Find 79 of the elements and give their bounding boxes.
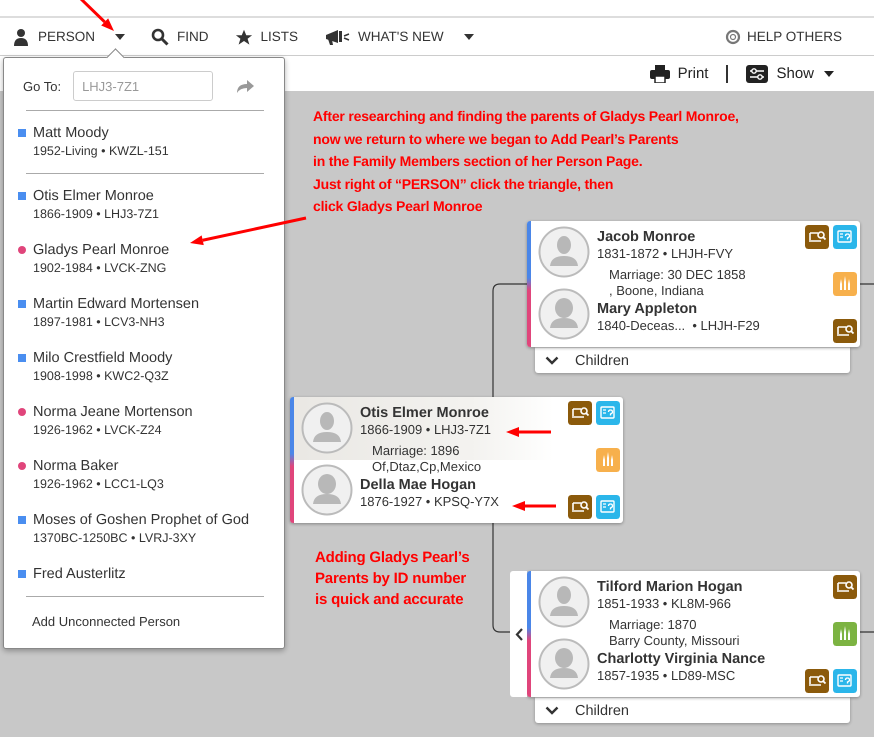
person-lifespan-id: 1876-1927 • KPSQ-Y7X (360, 494, 499, 510)
person-lifespan-id: 1851-1933 • KL8M-966 (597, 596, 731, 612)
caret-icon (115, 34, 126, 40)
person-name[interactable]: Otis Elmer Monroe (360, 405, 489, 422)
record-hint-icon[interactable] (568, 401, 592, 425)
temple-icon[interactable] (596, 448, 620, 472)
record-hint-icon[interactable] (805, 669, 829, 693)
search-icon (151, 28, 170, 46)
annotation-arrow (506, 427, 551, 437)
record-hint-icon[interactable] (568, 495, 592, 519)
male-square (18, 354, 26, 362)
person-lifespan-id: 1866-1909 • LHJ3-7Z1 (360, 422, 492, 438)
megaphone-icon (324, 28, 350, 46)
nav-menu-item[interactable]: FIND (151, 28, 209, 46)
recent-person-item[interactable]: Norma Jeane Mortenson 1926-1962 • LVCK-Z24 (4, 394, 284, 448)
person-lifespan-id: 1857-1935 • LD89-MSC (597, 668, 736, 684)
female-dot (18, 462, 26, 470)
person-icon (12, 28, 30, 46)
person-name[interactable]: Della Mae Hogan (360, 477, 476, 494)
print-button[interactable]: Print (650, 64, 708, 82)
record-hint-icon[interactable] (833, 319, 857, 343)
annotation-text: After researching and finding the parents of Gladys Pearl Monroe, now we return to where we began to Add Pearl’s Parents in the Family Members section of her Person Page. Just right of “PERSON” click the triangle, then click Gladys Pearl Monroe (313, 107, 739, 216)
caret-icon (824, 70, 834, 76)
person-name[interactable]: Mary Appleton (597, 301, 698, 318)
children-toggle[interactable]: Children (535, 697, 850, 723)
female-avatar (301, 464, 353, 516)
chevron-left-icon (514, 628, 522, 640)
recent-person-item[interactable]: Norma Baker 1926-1962 • LCC1-LQ3 (4, 448, 284, 502)
recent-person-item[interactable]: Otis Elmer Monroe 1866-1909 • LHJ3-7Z1 (4, 178, 284, 232)
nav-menu-item[interactable]: LISTS (234, 28, 298, 46)
annotation-arrow (78, 0, 114, 31)
male-avatar (301, 402, 353, 454)
chevron-down-icon (545, 356, 559, 365)
person-lifespan-id: 1831-1872 • LHJH-FVY (597, 246, 734, 262)
male-square (18, 129, 26, 137)
marriage-info: Marriage: 1896 Of,Dtaz,Cp,Mexico (372, 443, 482, 475)
sliders-icon (746, 64, 768, 82)
person-name[interactable]: Tilford Marion Hogan (597, 579, 743, 596)
recent-person-item[interactable]: Martin Edward Mortensen 1897-1981 • LCV3-NH3 (4, 286, 284, 340)
temple-icon[interactable] (833, 272, 857, 296)
show-menu-button[interactable]: Show (746, 64, 834, 82)
children-toggle[interactable]: Children (535, 347, 850, 373)
nav-menu-item[interactable]: PERSON (12, 28, 126, 46)
marriage-info: Marriage: 1870 Barry County, Missouri (609, 617, 741, 649)
male-avatar (538, 226, 590, 278)
male-square (18, 300, 26, 308)
go-to-label: Go To: (23, 78, 62, 94)
female-dot (18, 246, 26, 254)
annotation-arrow (512, 501, 556, 511)
person-lifespan-id: 1840-Deceas... • LHJH-F29 (597, 318, 760, 334)
recent-person-item[interactable]: Matt Moody 1952-Living • KWZL-151 (4, 115, 284, 169)
person-name[interactable]: Charlotty Virginia Nance (597, 651, 766, 668)
curved-arrow-icon[interactable] (235, 78, 256, 94)
recent-person-item[interactable]: Moses of Goshen Prophet of God 1370BC-1250BC • LVRJ-3XY (4, 502, 284, 556)
star-icon (234, 28, 253, 46)
lifebuoy-icon (724, 28, 741, 44)
person-name[interactable]: Jacob Monroe (597, 229, 696, 246)
annotation-text: Adding Gladys Pearl’s Parents by ID number is quick and accurate (315, 548, 470, 610)
female-avatar (538, 638, 590, 690)
female-dot (18, 408, 26, 416)
add-unconnected-person-link[interactable]: Add Unconnected Person (32, 614, 180, 629)
help-others-link[interactable]: HELP OTHERS (718, 28, 848, 46)
nav-menu-item[interactable]: WHAT'S NEW (324, 28, 474, 46)
record-hint-icon[interactable] (805, 225, 829, 249)
chevron-down-icon (545, 706, 559, 715)
recent-person-item[interactable]: Milo Crestfield Moody 1908-1998 • KWC2-Q3Z (4, 340, 284, 394)
male-avatar (538, 576, 590, 628)
temple-icon[interactable] (833, 622, 857, 646)
recent-person-item[interactable]: Fred Austerlitz (4, 556, 284, 592)
marriage-info: Marriage: 30 DEC 1858 , Boone, Indiana (609, 267, 747, 299)
caret-icon (464, 34, 474, 40)
female-avatar (538, 288, 590, 340)
male-square (18, 192, 26, 200)
person-id-field[interactable]: LHJ3-7Z1 (73, 71, 214, 101)
expand-parents-tab[interactable] (510, 571, 527, 697)
printer-icon (650, 64, 670, 82)
male-square (18, 570, 26, 578)
male-square (18, 516, 26, 524)
record-hint-icon[interactable] (833, 575, 857, 599)
